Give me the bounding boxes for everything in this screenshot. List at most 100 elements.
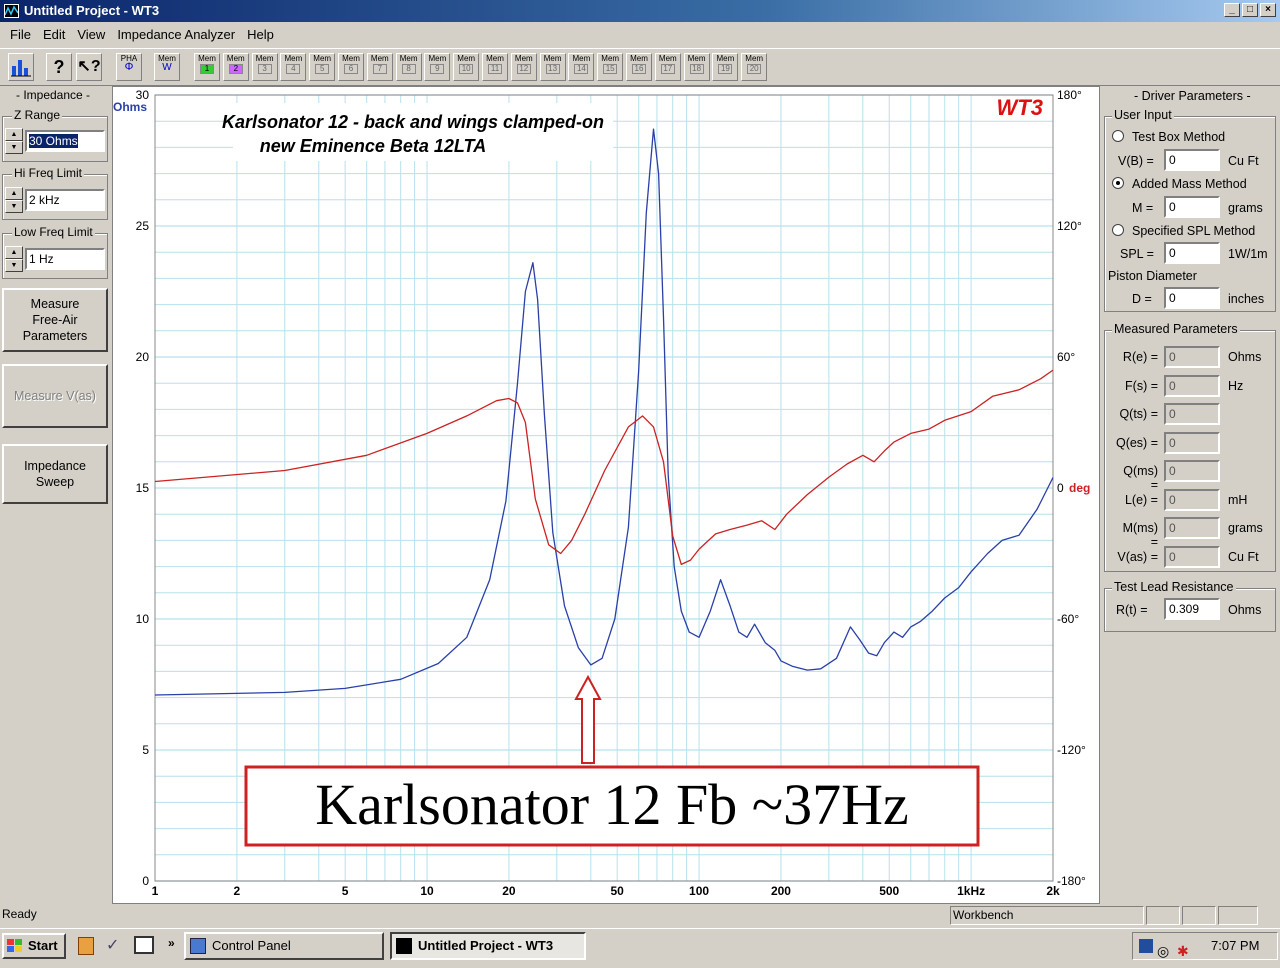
y2-tick-label: 0 [1057, 481, 1064, 495]
mem-slot-18-button[interactable]: Mem 18 [683, 53, 710, 81]
start-button[interactable]: Start [2, 933, 66, 959]
low-freq-input[interactable]: 1 Hz [25, 248, 105, 270]
mem-slot-number: 2 [228, 64, 243, 74]
annotation-text: Karlsonator 12 Fb ~37Hz [315, 772, 909, 837]
mem-slot-19-button[interactable]: Mem 19 [712, 53, 739, 81]
mem-w-button[interactable]: Mem W [154, 53, 180, 81]
measure-free-air-button[interactable]: Measure Free-Air Parameters [2, 288, 108, 352]
x-tick-label: 200 [771, 884, 791, 898]
driver-parameters-panel: - Driver Parameters - User Input Test Bo… [1100, 86, 1280, 904]
impedance-group-label: - Impedance - [14, 88, 93, 102]
z-range-spinner[interactable]: ▲ ▼ [5, 128, 23, 154]
rt-input[interactable]: 0.309 [1164, 598, 1220, 620]
wt3-app-icon[interactable] [4, 4, 19, 18]
spin-down-icon[interactable]: ▼ [5, 200, 23, 213]
quicklaunch-app-icon[interactable] [78, 937, 94, 955]
mem-slot-14-button[interactable]: Mem 14 [568, 53, 595, 81]
mem-slot-5-button[interactable]: Mem 5 [309, 53, 336, 81]
bar-chart-icon-button[interactable] [8, 53, 34, 81]
mem-slot-8-button[interactable]: Mem 8 [395, 53, 422, 81]
clock: 7:07 PM [1211, 938, 1260, 953]
impedance-plot[interactable]: 1 2 5 10 20 50 100 200 500 1kHz 2k 0 5 10 15 20 25 30 -180… [112, 86, 1100, 904]
spin-up-icon[interactable]: ▲ [5, 187, 23, 200]
measure-vas-button[interactable]: Measure V(as) [2, 364, 108, 428]
show-desktop-icon[interactable] [134, 936, 154, 954]
status-cell [1146, 906, 1180, 925]
vb-input[interactable]: 0 [1164, 149, 1220, 171]
mem-slot-number: 20 [747, 64, 762, 74]
mem-slot-label: Mem [572, 54, 591, 63]
added-mass-radio[interactable] [1112, 177, 1124, 189]
phase-button[interactable]: PHA Φ [116, 53, 142, 81]
mem-slot-label: Mem [716, 54, 735, 63]
mem-slot-16-button[interactable]: Mem 16 [626, 53, 652, 81]
mem-slot-9-button[interactable]: Mem 9 [424, 53, 451, 81]
mem-slot-number: 9 [430, 64, 445, 74]
measured-param-label: Q(es) = [1115, 435, 1158, 450]
quicklaunch-pen-icon[interactable]: ✓ [106, 935, 119, 955]
x-tick-label: 100 [689, 884, 709, 898]
y2-tick-label: -180° [1057, 874, 1086, 888]
minimize-button[interactable]: _ [1224, 3, 1240, 17]
wt3-icon [396, 938, 412, 954]
menu-file[interactable]: File [4, 24, 37, 44]
mem-slot-2-button[interactable]: Mem 2 [222, 53, 249, 81]
quicklaunch-more-icon[interactable]: » [168, 936, 175, 950]
menu-view[interactable]: View [71, 24, 111, 44]
d-input[interactable]: 0 [1164, 287, 1220, 309]
mem-slot-10-button[interactable]: Mem 10 [453, 53, 480, 81]
measured-param-value: 0 [1164, 346, 1220, 368]
taskbar-control-panel[interactable]: Control Panel [184, 932, 384, 960]
mem-slot-label: Mem [370, 54, 389, 63]
network-icon[interactable] [1139, 939, 1153, 953]
mem-slot-label: Mem [399, 54, 418, 63]
menu-impedance-analyzer[interactable]: Impedance Analyzer [111, 24, 241, 44]
spl-input[interactable]: 0 [1164, 242, 1220, 264]
m-input[interactable]: 0 [1164, 196, 1220, 218]
menu-help[interactable]: Help [241, 24, 280, 44]
spl-method-radio[interactable] [1112, 224, 1124, 236]
mem-slot-7-button[interactable]: Mem 7 [366, 53, 393, 81]
spl-method-label: Specified SPL Method [1132, 224, 1256, 238]
mem-slot-label: Mem [255, 54, 274, 63]
spin-down-icon[interactable]: ▼ [5, 259, 23, 272]
mem-slot-6-button[interactable]: Mem 6 [338, 53, 364, 81]
volume-icon[interactable]: ◎ [1157, 938, 1169, 964]
menu-edit[interactable]: Edit [37, 24, 71, 44]
y2-tick-label: -60° [1057, 612, 1079, 626]
taskbar-wt3-window[interactable]: Untitled Project - WT3 [390, 932, 586, 960]
x-tick-label: 1kHz [957, 884, 985, 898]
status-workbench: Workbench [950, 906, 1144, 925]
x-tick-label: 5 [342, 884, 349, 898]
close-button[interactable]: × [1260, 3, 1276, 17]
mem-slot-13-button[interactable]: Mem 13 [539, 53, 566, 81]
mem-slot-1-button[interactable]: Mem 1 [194, 53, 220, 81]
mem-slot-17-button[interactable]: Mem 17 [654, 53, 681, 81]
impedance-sweep-button[interactable]: Impedance Sweep [2, 444, 108, 504]
phase-series-line [154, 369, 1054, 566]
z-range-input[interactable]: 30 Ohms [25, 130, 105, 152]
spin-up-icon[interactable]: ▲ [5, 128, 23, 141]
mem-slot-12-button[interactable]: Mem 12 [510, 53, 537, 81]
windows-logo-icon [7, 939, 22, 952]
hi-freq-input[interactable]: 2 kHz [25, 189, 105, 211]
mem-w-letter: W [162, 62, 172, 73]
start-label: Start [28, 938, 58, 953]
x-tick-label: 20 [502, 884, 516, 898]
low-freq-spinner[interactable]: ▲ ▼ [5, 246, 23, 272]
mem-slot-11-button[interactable]: Mem 11 [482, 53, 508, 81]
hi-freq-spinner[interactable]: ▲ ▼ [5, 187, 23, 213]
mem-slot-20-button[interactable]: Mem 20 [741, 53, 768, 81]
test-box-radio[interactable] [1112, 130, 1124, 142]
mem-slot-4-button[interactable]: Mem 4 [280, 53, 307, 81]
maximize-button[interactable]: □ [1242, 3, 1258, 17]
spin-down-icon[interactable]: ▼ [5, 141, 23, 154]
help-icon-button[interactable]: ? [46, 53, 72, 81]
mem-slot-label: Mem [226, 54, 245, 63]
security-icon[interactable]: ✱ [1177, 938, 1189, 964]
mem-slot-3-button[interactable]: Mem 3 [251, 53, 278, 81]
vb-unit: Cu Ft [1228, 154, 1259, 168]
spin-up-icon[interactable]: ▲ [5, 246, 23, 259]
mem-slot-15-button[interactable]: Mem 15 [597, 53, 624, 81]
context-help-icon-button[interactable]: ↖? [76, 53, 102, 81]
